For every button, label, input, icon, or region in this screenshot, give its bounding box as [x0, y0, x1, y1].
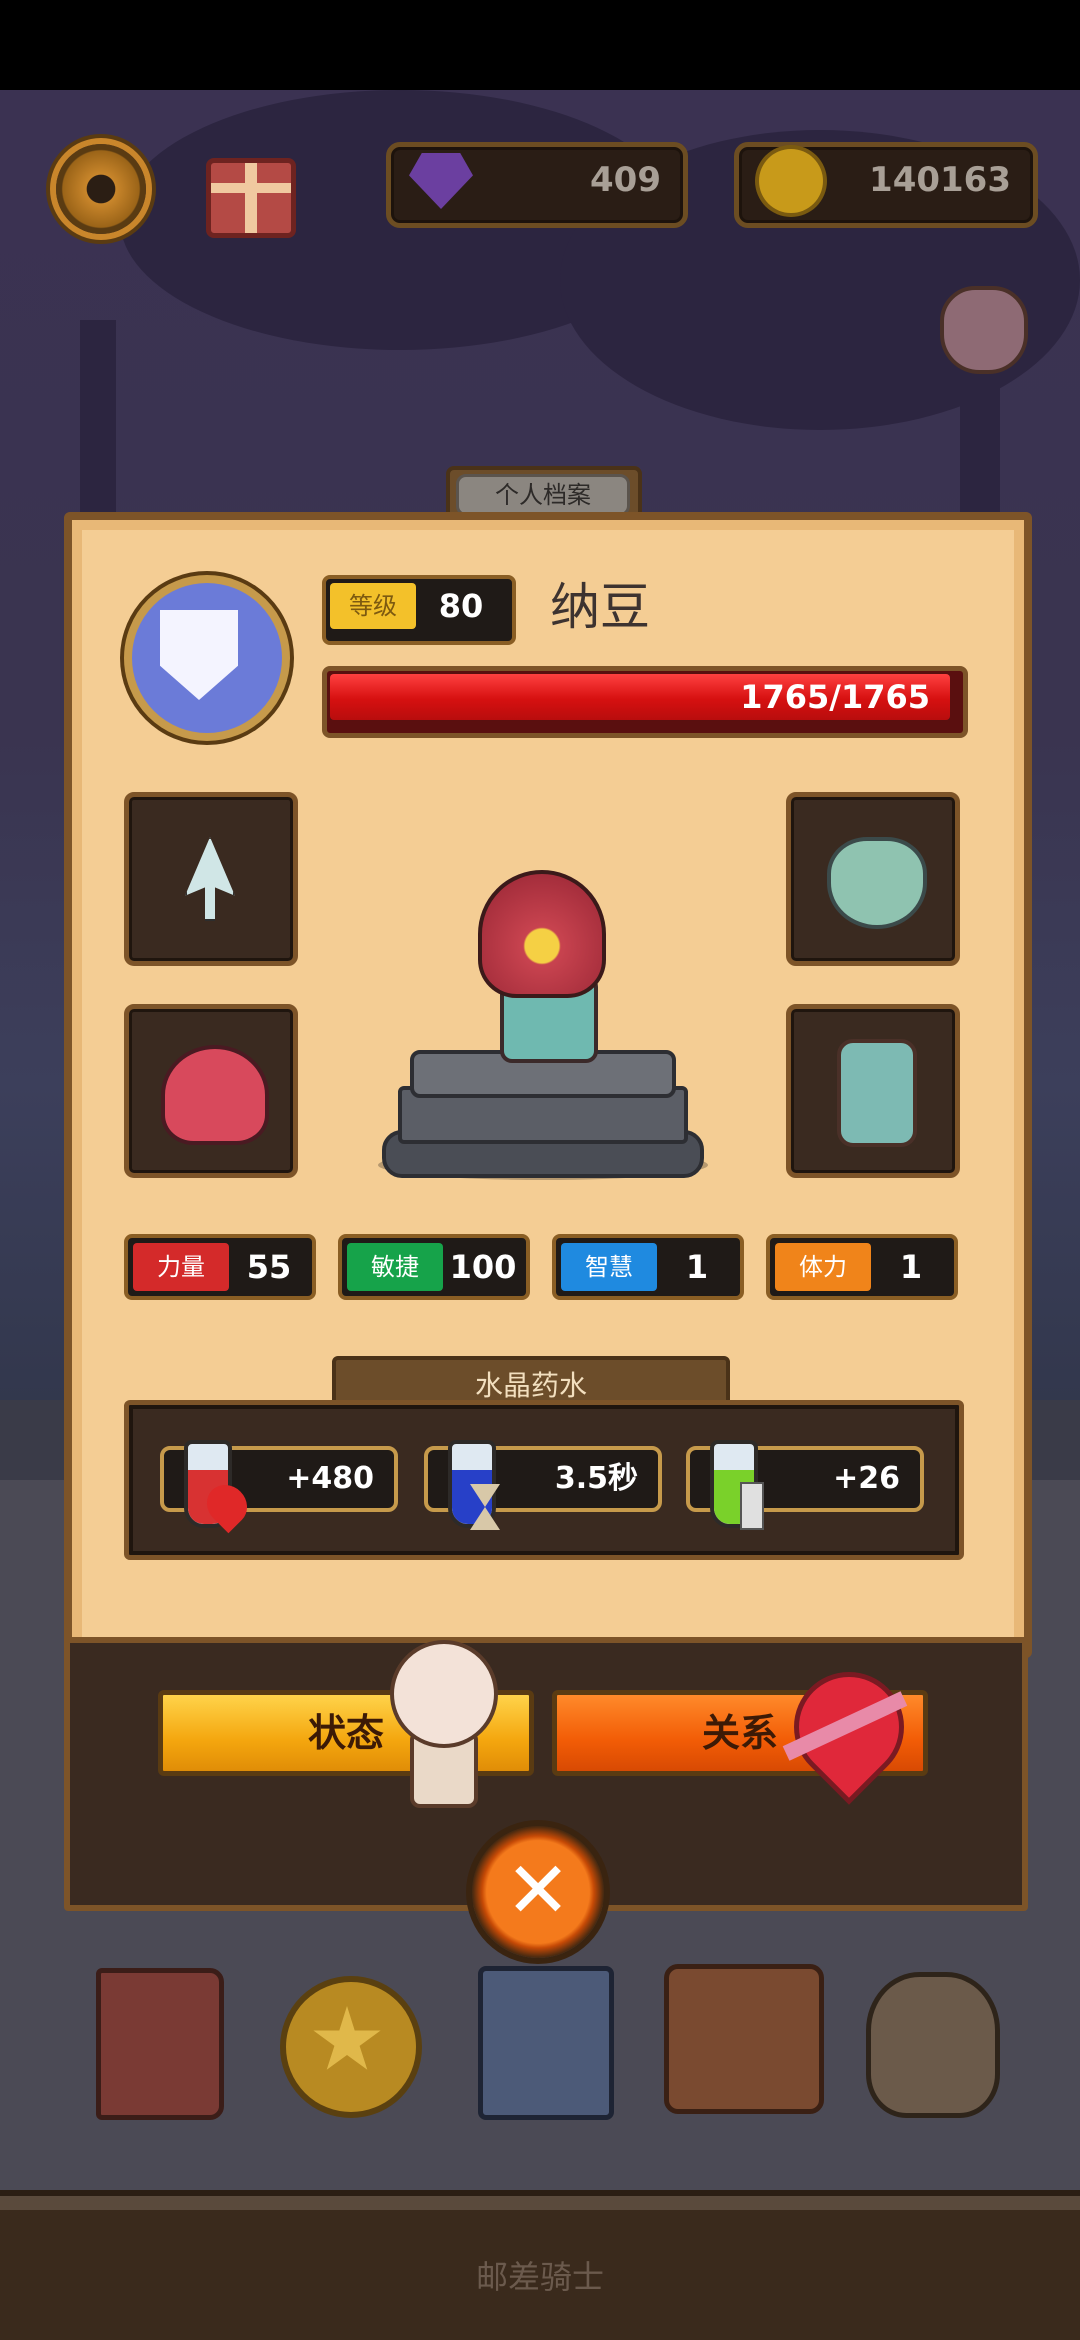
stat-label: 敏捷: [347, 1243, 443, 1291]
stat-label: 体力: [775, 1243, 871, 1291]
book-menu-icon[interactable]: [96, 1968, 224, 2120]
hero-character: [478, 870, 606, 998]
panel-title: 个人档案: [456, 474, 630, 516]
coin-icon: [759, 149, 823, 213]
spear-icon: [185, 837, 235, 921]
potion-value: +26: [833, 1461, 900, 1496]
coin-counter[interactable]: 140163: [734, 142, 1038, 228]
level-label: 等级: [330, 583, 416, 629]
stat-value: 1: [685, 1248, 709, 1286]
player-name: 纳豆: [550, 578, 650, 636]
stat-value: 100: [449, 1248, 517, 1286]
gem-counter[interactable]: 409: [386, 142, 688, 228]
stat-strength: 力量 55: [124, 1234, 316, 1300]
status-bar: [0, 0, 1080, 90]
stat-value: 1: [899, 1248, 923, 1286]
stat-label: 力量: [133, 1243, 229, 1291]
clothing-slot[interactable]: [786, 1004, 960, 1178]
helmet-slot[interactable]: [124, 1004, 298, 1178]
gem-icon: [409, 153, 473, 209]
heart-icon: [771, 1649, 927, 1805]
gift-icon[interactable]: [206, 158, 296, 238]
footer-title: 邮差骑士: [475, 2258, 604, 2296]
level-value: 80: [438, 587, 484, 625]
treasure-bag-menu-icon[interactable]: [866, 1972, 1000, 2118]
helmet-icon: [161, 1045, 269, 1145]
armor-slot[interactable]: [786, 792, 960, 966]
coin-count: 140163: [869, 160, 1011, 200]
potion-value: +480: [286, 1461, 374, 1496]
stat-value: 55: [246, 1248, 292, 1286]
stat-agility: 敏捷 100: [338, 1234, 530, 1300]
card-deck-menu-icon[interactable]: [478, 1966, 614, 2120]
stat-stamina: 体力 1: [766, 1234, 958, 1300]
armor-icon: [827, 837, 927, 929]
sword-icon: [740, 1482, 764, 1530]
weapon-slot[interactable]: [124, 792, 298, 966]
stat-wisdom: 智慧 1: [552, 1234, 744, 1300]
chibi-character-head: [390, 1640, 498, 1748]
bag-menu-icon[interactable]: [664, 1964, 824, 2114]
gear-icon[interactable]: [56, 144, 146, 234]
potion-value: 3.5秒: [554, 1461, 638, 1496]
hp-text: 1765/1765: [740, 678, 930, 716]
loot-bag-icon[interactable]: [940, 286, 1028, 374]
stat-label: 智慧: [561, 1243, 657, 1291]
clothing-icon: [837, 1039, 917, 1147]
star-coin-menu-icon[interactable]: [280, 1976, 422, 2118]
gem-count: 409: [590, 160, 661, 200]
close-button[interactable]: ✕: [472, 1826, 604, 1958]
